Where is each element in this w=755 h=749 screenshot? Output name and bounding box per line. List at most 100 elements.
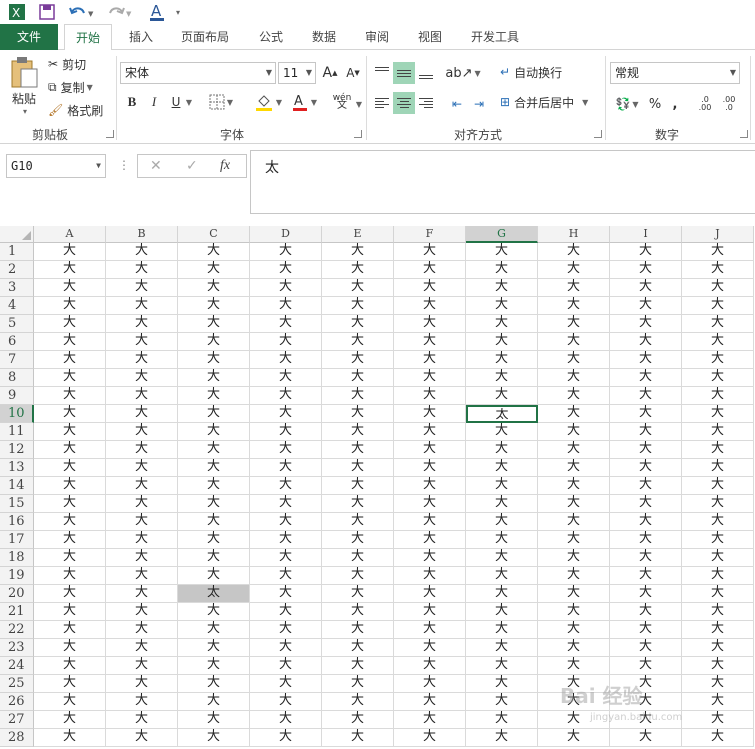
paste-button[interactable]: 粘贴 [6,90,42,106]
cell-f17[interactable]: 大 [394,531,466,549]
cell-i11[interactable]: 大 [610,423,682,441]
clipboard-launcher-icon[interactable] [106,130,114,138]
font-launcher-icon[interactable] [354,130,362,138]
cell-g14[interactable]: 大 [466,477,538,495]
cell-e26[interactable]: 大 [322,693,394,711]
column-header-j[interactable]: J [682,226,754,243]
row-header-13[interactable]: 13 [0,459,34,477]
cell-j8[interactable]: 大 [682,369,754,387]
cell-b2[interactable]: 大 [106,261,178,279]
cell-b10[interactable]: 大 [106,405,178,423]
cell-h14[interactable]: 大 [538,477,610,495]
phonetic-guide-button[interactable]: wén 文 [330,92,354,112]
cell-d25[interactable]: 大 [250,675,322,693]
cell-f23[interactable]: 大 [394,639,466,657]
cell-f18[interactable]: 大 [394,549,466,567]
cell-c16[interactable]: 大 [178,513,250,531]
paste-icon[interactable] [6,54,42,90]
cell-f24[interactable]: 大 [394,657,466,675]
cell-h24[interactable]: 大 [538,657,610,675]
cell-h19[interactable]: 大 [538,567,610,585]
orientation-button[interactable]: ab↗ ▼ [445,63,480,83]
cell-j17[interactable]: 大 [682,531,754,549]
cell-a13[interactable]: 大 [34,459,106,477]
cell-a4[interactable]: 大 [34,297,106,315]
cell-a2[interactable]: 大 [34,261,106,279]
cell-b25[interactable]: 大 [106,675,178,693]
cell-d15[interactable]: 大 [250,495,322,513]
cell-a25[interactable]: 大 [34,675,106,693]
cell-d10[interactable]: 大 [250,405,322,423]
cell-a26[interactable]: 大 [34,693,106,711]
cell-f9[interactable]: 大 [394,387,466,405]
row-header-22[interactable]: 22 [0,621,34,639]
cell-e16[interactable]: 大 [322,513,394,531]
row-header-16[interactable]: 16 [0,513,34,531]
column-header-i[interactable]: I [610,226,682,243]
tab-developer[interactable]: 开发工具 [460,24,530,50]
cell-i12[interactable]: 大 [610,441,682,459]
cell-j22[interactable]: 大 [682,621,754,639]
cell-f22[interactable]: 大 [394,621,466,639]
cell-d5[interactable]: 大 [250,315,322,333]
column-header-a[interactable]: A [34,226,106,243]
cell-a20[interactable]: 大 [34,585,106,603]
cell-e22[interactable]: 大 [322,621,394,639]
cell-i17[interactable]: 大 [610,531,682,549]
cell-b23[interactable]: 大 [106,639,178,657]
cell-i15[interactable]: 大 [610,495,682,513]
cell-i21[interactable]: 大 [610,603,682,621]
cell-g26[interactable]: 大 [466,693,538,711]
cell-j11[interactable]: 大 [682,423,754,441]
align-bottom-button[interactable] [415,62,437,84]
cell-e10[interactable]: 大 [322,405,394,423]
cell-g1[interactable]: 大 [466,243,538,261]
cell-d24[interactable]: 大 [250,657,322,675]
font-color-qat-icon[interactable]: A [146,2,168,22]
customize-qat-icon[interactable]: ▾ [172,2,184,22]
cell-f5[interactable]: 大 [394,315,466,333]
cell-j21[interactable]: 大 [682,603,754,621]
cell-e4[interactable]: 大 [322,297,394,315]
cell-d7[interactable]: 大 [250,351,322,369]
row-header-21[interactable]: 21 [0,603,34,621]
cell-g17[interactable]: 大 [466,531,538,549]
cell-g3[interactable]: 大 [466,279,538,297]
cell-h21[interactable]: 大 [538,603,610,621]
cell-c28[interactable]: 大 [178,729,250,747]
cell-j3[interactable]: 大 [682,279,754,297]
cell-j13[interactable]: 大 [682,459,754,477]
cell-d13[interactable]: 大 [250,459,322,477]
cell-a22[interactable]: 大 [34,621,106,639]
cell-h22[interactable]: 大 [538,621,610,639]
cell-c4[interactable]: 大 [178,297,250,315]
font-size-select[interactable]: 11 ▼ [278,62,316,84]
cell-h2[interactable]: 大 [538,261,610,279]
cell-g2[interactable]: 大 [466,261,538,279]
cell-f15[interactable]: 大 [394,495,466,513]
cell-h10[interactable]: 大 [538,405,610,423]
cell-i20[interactable]: 大 [610,585,682,603]
cell-f27[interactable]: 大 [394,711,466,729]
cell-b14[interactable]: 大 [106,477,178,495]
row-header-19[interactable]: 19 [0,567,34,585]
cell-a5[interactable]: 大 [34,315,106,333]
decrease-decimal-button[interactable]: .00 .0 [718,94,740,114]
cell-d2[interactable]: 大 [250,261,322,279]
cell-a19[interactable]: 大 [34,567,106,585]
redo-icon[interactable]: ▼ [104,2,134,22]
merge-dropdown-icon[interactable]: ▼ [582,98,588,107]
cell-e1[interactable]: 大 [322,243,394,261]
cell-c26[interactable]: 大 [178,693,250,711]
cell-j15[interactable]: 大 [682,495,754,513]
cell-h23[interactable]: 大 [538,639,610,657]
cell-f20[interactable]: 大 [394,585,466,603]
insert-function-icon[interactable]: fx [220,158,230,174]
comma-style-button[interactable]: , [668,94,682,114]
cell-a3[interactable]: 大 [34,279,106,297]
cell-a16[interactable]: 大 [34,513,106,531]
row-header-26[interactable]: 26 [0,693,34,711]
underline-button[interactable]: U [168,92,184,112]
cell-c3[interactable]: 大 [178,279,250,297]
cancel-icon[interactable]: ✕ [150,158,162,174]
